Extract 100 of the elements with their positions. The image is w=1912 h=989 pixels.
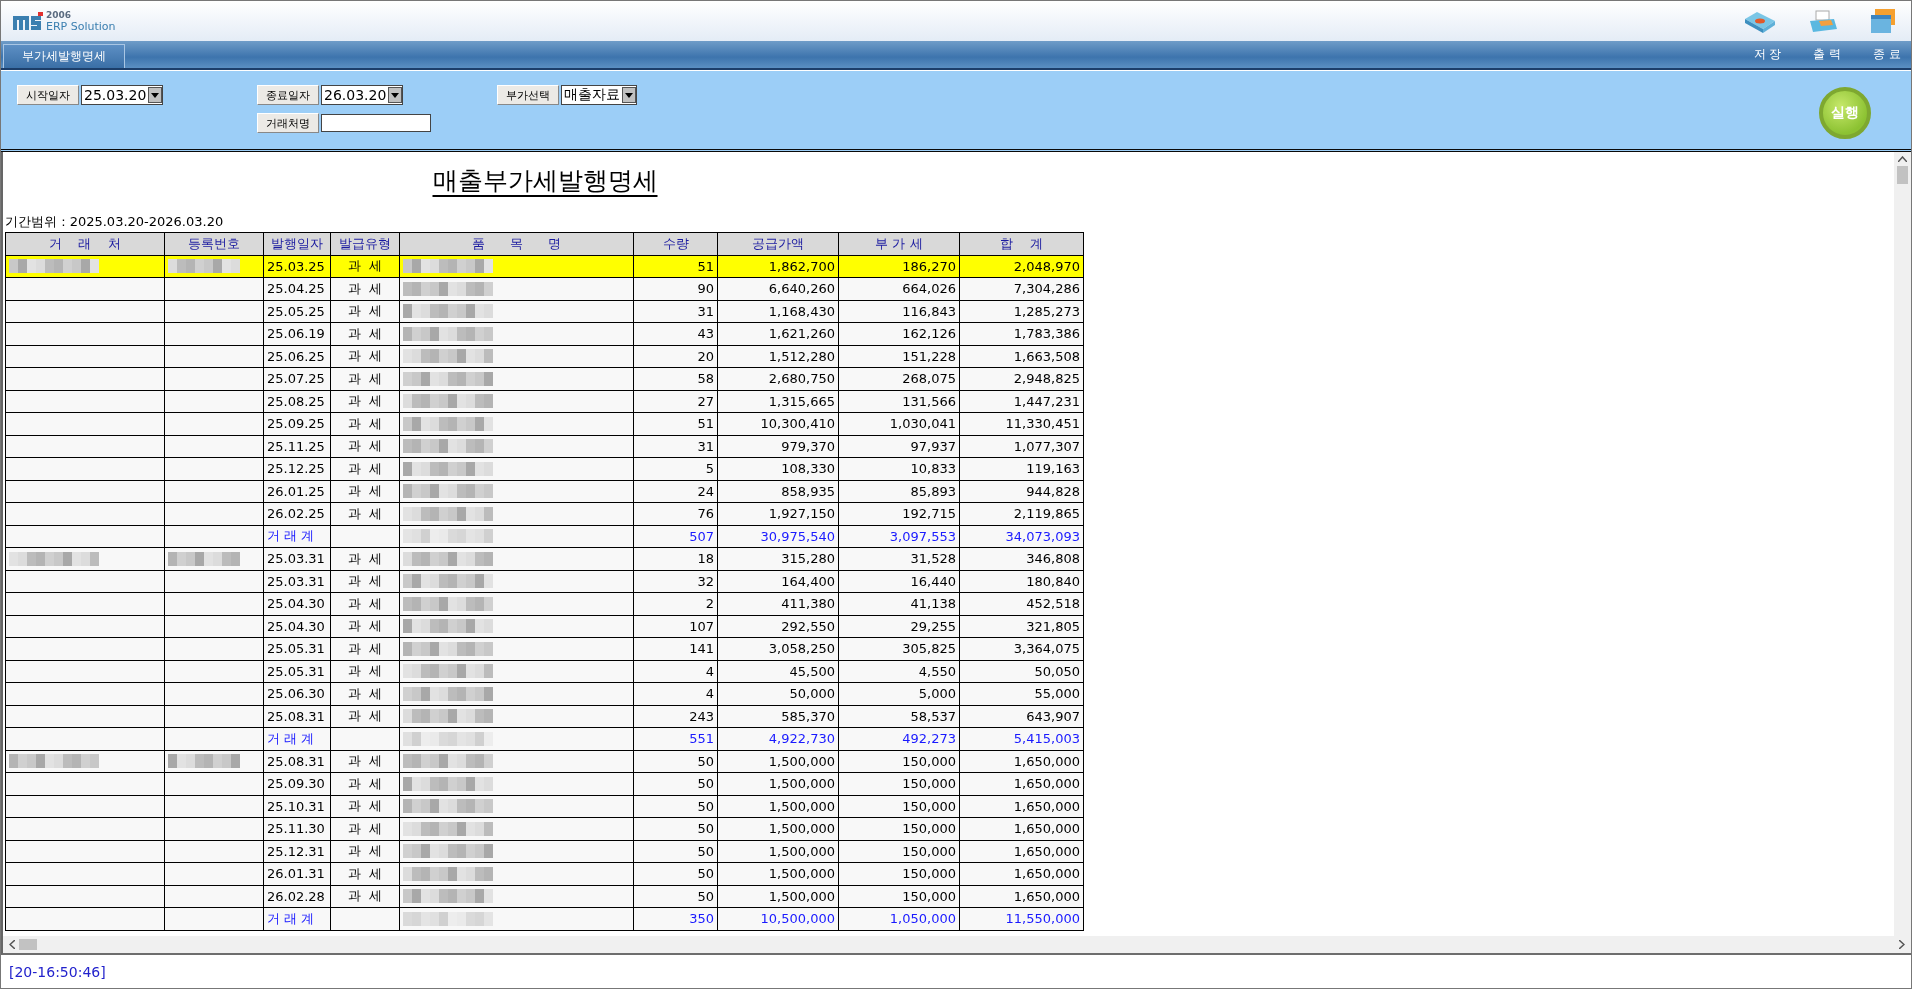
table-cell: 과 세: [331, 818, 400, 841]
table-cell: 150,000: [839, 773, 960, 796]
table-cell: 3,364,075: [960, 638, 1084, 661]
table-cell: 1,500,000: [718, 750, 839, 773]
scrollbar-thumb[interactable]: [1897, 166, 1908, 184]
tab[interactable]: 부가세발행명세: [3, 44, 125, 68]
table-cell: 1,650,000: [960, 863, 1084, 886]
column-header: 공급가액: [718, 233, 839, 256]
table-cell: 507: [634, 525, 718, 548]
table-cell: 50: [634, 773, 718, 796]
table-cell: 과 세: [331, 660, 400, 683]
filter-label-button[interactable]: 거래처명: [257, 113, 319, 133]
date-dropdown[interactable]: 25.03.20: [81, 85, 164, 105]
caret-icon: [391, 92, 400, 98]
table-cell: 과 세: [331, 323, 400, 346]
table-cell: 50: [634, 818, 718, 841]
table-cell: 16,440: [839, 570, 960, 593]
table-cell: 과 세: [331, 278, 400, 301]
table-cell: 1,650,000: [960, 795, 1084, 818]
table-cell: 2,948,825: [960, 368, 1084, 391]
table-cell: 58: [634, 368, 718, 391]
table-cell: 164,400: [718, 570, 839, 593]
filter-label-button[interactable]: 종료일자: [257, 85, 319, 105]
table-cell: 1,077,307: [960, 435, 1084, 458]
table-cell: 858,935: [718, 480, 839, 503]
column-header: 발급유형: [331, 233, 400, 256]
table-cell: 20: [634, 345, 718, 368]
table-cell: 25.10.31: [264, 795, 331, 818]
table-cell: 31,528: [839, 548, 960, 571]
table-cell: 2: [634, 593, 718, 616]
table-cell: 585,370: [718, 705, 839, 728]
table-cell: 1,285,273: [960, 300, 1084, 323]
table-cell: 1,030,041: [839, 413, 960, 436]
table-cell: 150,000: [839, 750, 960, 773]
table-cell: 4: [634, 683, 718, 706]
table-cell: 116,843: [839, 300, 960, 323]
table-cell: 180,840: [960, 570, 1084, 593]
filter-label-button[interactable]: 시작일자: [17, 85, 79, 105]
table-cell: 5,000: [839, 683, 960, 706]
table-cell: 25.08.31: [264, 750, 331, 773]
table-cell: 26.02.25: [264, 503, 331, 526]
table-cell: 26.01.25: [264, 480, 331, 503]
printer-icon[interactable]: [1807, 9, 1839, 35]
table-cell: 과 세: [331, 548, 400, 571]
filter-label-button[interactable]: 부가선택: [497, 85, 559, 105]
table-cell: 과 세: [331, 255, 400, 278]
table-cell: 350: [634, 908, 718, 931]
toolbar-label[interactable]: 저 장: [1753, 46, 1782, 63]
horizontal-scrollbar[interactable]: [1, 936, 1911, 955]
table-cell: 150,000: [839, 818, 960, 841]
table-cell: 551: [634, 728, 718, 751]
table-cell: 292,550: [718, 615, 839, 638]
date-dropdown[interactable]: 매출자료: [561, 85, 637, 105]
table-cell: 11,550,000: [960, 908, 1084, 931]
logo-year: 2006: [46, 10, 73, 21]
column-header: 등록번호: [165, 233, 264, 256]
scrollbar-thumb[interactable]: [19, 939, 37, 950]
table-cell: 25.09.25: [264, 413, 331, 436]
table-cell: 131,566: [839, 390, 960, 413]
vertical-scrollbar[interactable]: [1894, 152, 1911, 936]
table-cell: 664,026: [839, 278, 960, 301]
table-cell: 4: [634, 660, 718, 683]
table-cell: 과 세: [331, 413, 400, 436]
date-dropdown[interactable]: 26.03.20: [321, 85, 404, 105]
toolbar-label[interactable]: 출 력: [1813, 46, 1842, 63]
windows-icon[interactable]: [1869, 7, 1897, 35]
table-cell: 45,500: [718, 660, 839, 683]
table-cell: 25.03.31: [264, 548, 331, 571]
table-cell: 31: [634, 435, 718, 458]
logo-icon: [13, 12, 43, 30]
table-cell: 과 세: [331, 750, 400, 773]
table-cell: 29,255: [839, 615, 960, 638]
table-cell: 25.12.25: [264, 458, 331, 481]
column-header: 거 래 처: [6, 233, 165, 256]
table-cell: 30,975,540: [718, 525, 839, 548]
table-cell: 3,097,553: [839, 525, 960, 548]
table-cell: 과 세: [331, 840, 400, 863]
period-text: 기간범위 : 2025.03.20-2026.03.20: [5, 213, 225, 231]
table-cell: 과 세: [331, 300, 400, 323]
caret-icon: [625, 92, 633, 98]
table-cell: 과 세: [331, 863, 400, 886]
toolbar-label[interactable]: 종 료: [1873, 46, 1901, 63]
table-cell: 과 세: [331, 345, 400, 368]
table-cell: 26.02.28: [264, 885, 331, 908]
table-cell: 25.05.31: [264, 660, 331, 683]
disk-drive-icon[interactable]: [1743, 9, 1777, 35]
table-cell: 1,621,260: [718, 323, 839, 346]
table-cell: 1,862,700: [718, 255, 839, 278]
table-cell: 7,304,286: [960, 278, 1084, 301]
table-cell: 31: [634, 300, 718, 323]
table-cell: 25.11.25: [264, 435, 331, 458]
table-cell: 41,138: [839, 593, 960, 616]
input-field[interactable]: [321, 114, 431, 132]
table-cell: 25.03.25: [264, 255, 331, 278]
table-cell: 315,280: [718, 548, 839, 571]
table-cell: 거 래 계: [264, 728, 331, 751]
table-cell: 1,927,150: [718, 503, 839, 526]
table-cell: 25.12.31: [264, 840, 331, 863]
table-cell: 6,640,260: [718, 278, 839, 301]
table-cell: 150,000: [839, 840, 960, 863]
